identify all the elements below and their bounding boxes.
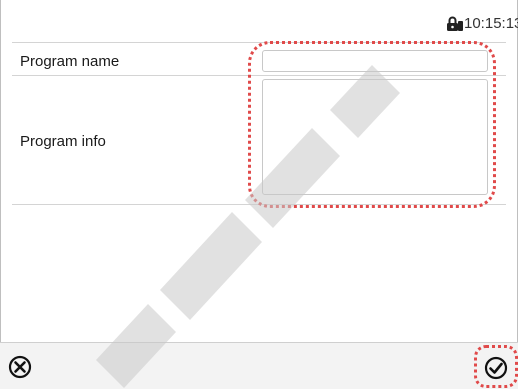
close-circle-icon[interactable] — [8, 355, 32, 379]
lock-icon — [447, 16, 463, 31]
program-name-label: Program name — [20, 53, 120, 70]
screen-border-left — [0, 0, 1, 388]
checkmark-circle-icon[interactable] — [484, 356, 508, 380]
fields-highlight — [248, 41, 496, 208]
bottom-action-bar — [0, 342, 518, 389]
program-edit-screen: 10:15:13 Program name Program info — [0, 0, 518, 389]
status-bar: 10:15:13 — [0, 0, 518, 42]
program-info-label: Program info — [20, 133, 106, 150]
clock-time: 10:15:13 — [464, 15, 518, 32]
